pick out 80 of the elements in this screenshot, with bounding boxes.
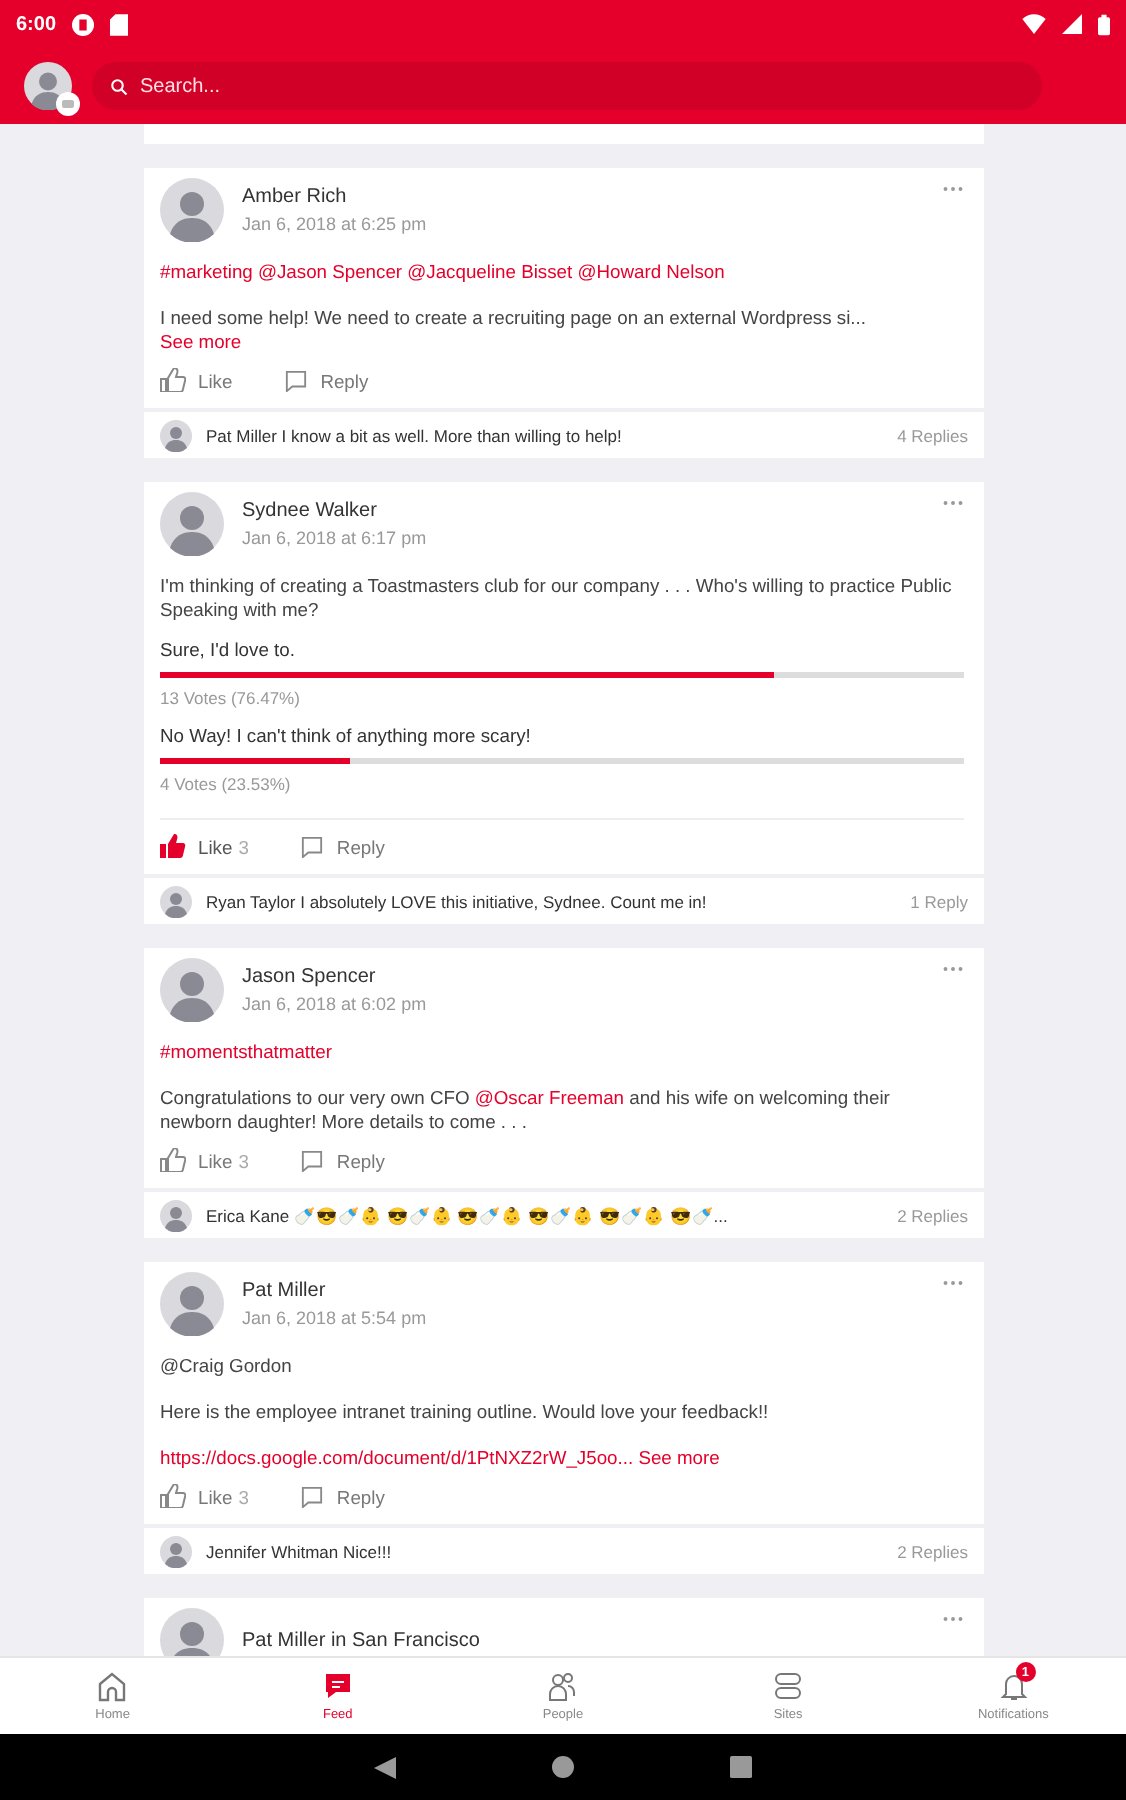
comment-preview[interactable]: Pat Miller I know a bit as well. More than willing to help! 4 Replies — [144, 412, 984, 458]
people-icon — [546, 1670, 579, 1702]
reply-count[interactable]: 2 Replies — [897, 1205, 968, 1225]
signal-icon — [1062, 14, 1082, 34]
see-more-link[interactable]: See more — [638, 1446, 720, 1468]
post-time: Jan 6, 2018 at 6:25 pm — [242, 214, 427, 234]
post-time: Jan 6, 2018 at 5:54 pm — [242, 1308, 427, 1328]
back-icon[interactable] — [374, 1755, 396, 1779]
post-text: Congratulations to our very own CFO @Oscar Freeman and his wife on welcoming their newborn daughter! More details to come . . . — [160, 1086, 892, 1134]
wifi-icon — [1022, 14, 1046, 34]
comment-preview[interactable]: Erica Kane 🍼😎🍼👶 😎🍼👶 😎🍼👶 😎🍼👶 😎🍼👶 😎🍼... 2 Replies — [144, 1192, 984, 1238]
sd-card-icon — [110, 13, 129, 35]
avatar — [160, 1272, 224, 1336]
author-name[interactable]: Pat Miller — [242, 1280, 427, 1302]
chat-icon — [321, 1670, 354, 1702]
avatar — [160, 885, 192, 917]
reply-button[interactable]: Reply — [300, 834, 385, 858]
comment-icon — [300, 1149, 325, 1171]
comment-text: Erica Kane 🍼😎🍼👶 😎🍼👶 😎🍼👶 😎🍼👶 😎🍼👶 😎🍼... — [206, 1205, 728, 1225]
post-time: Jan 6, 2018 at 6:02 pm — [242, 994, 427, 1014]
reply-button[interactable]: Reply — [300, 1484, 385, 1508]
author-name[interactable]: Pat Miller in San Francisco — [242, 1629, 480, 1651]
like-button[interactable]: Like 3 — [160, 834, 249, 858]
vote-count: 13 Votes (76.47%) — [160, 688, 302, 708]
reply-count[interactable]: 1 Reply — [910, 891, 968, 911]
stack-icon — [772, 1670, 805, 1702]
avatar — [160, 1199, 192, 1231]
reply-count[interactable]: 4 Replies — [897, 425, 968, 445]
home-icon — [96, 1670, 129, 1702]
see-more-link[interactable]: See more — [160, 330, 242, 354]
badge-icon — [56, 92, 80, 116]
more-icon[interactable] — [942, 1280, 964, 1286]
avatar — [160, 419, 192, 451]
post-text: I need some help! We need to create a recruiting page on an external Wordpress si... — [160, 306, 868, 330]
avatar — [160, 958, 224, 1022]
post-text: Here is the employee intranet training outline. Would love your feedback!! — [160, 1400, 771, 1424]
like-icon — [160, 834, 186, 858]
comment-text: Ryan Taylor I absolutely LOVE this initiative, Sydnee. Count me in! — [206, 891, 707, 911]
battery-icon — [1098, 13, 1110, 35]
status-time: 6:00 — [16, 13, 57, 35]
poll-option[interactable]: No Way! I can't think of anything more scary! — [160, 724, 964, 746]
author-name[interactable]: Jason Spencer — [242, 966, 427, 988]
document-link[interactable]: https://docs.google.com/document/d/1PtNXZ2rW_J5oo... — [160, 1446, 634, 1468]
mention-link[interactable]: @Oscar Freeman — [474, 1086, 625, 1108]
reply-button[interactable]: Reply — [284, 368, 369, 392]
author-name[interactable]: Amber Rich — [242, 186, 427, 208]
comment-icon — [300, 1485, 325, 1507]
post-time: Jan 6, 2018 at 6:17 pm — [242, 528, 427, 548]
comment-preview[interactable]: Jennifer Whitman Nice!!! 2 Replies — [144, 1528, 984, 1574]
more-icon[interactable] — [942, 966, 964, 972]
more-icon[interactable] — [942, 186, 964, 192]
like-button[interactable]: Like — [160, 368, 233, 392]
comment-icon — [284, 369, 309, 391]
like-button[interactable]: Like 3 — [160, 1484, 249, 1508]
reply-count[interactable]: 2 Replies — [897, 1541, 968, 1561]
bell-icon — [997, 1670, 1030, 1702]
app-icon — [72, 13, 95, 35]
like-icon — [160, 1148, 186, 1172]
comment-text: Jennifer Whitman Nice!!! — [206, 1541, 392, 1561]
poll-option[interactable]: Sure, I'd love to. — [160, 638, 964, 660]
vote-count: 4 Votes (23.53%) — [160, 774, 293, 794]
comment-preview[interactable]: Ryan Taylor I absolutely LOVE this initiative, Sydnee. Count me in! 1 Reply — [144, 878, 984, 924]
search-field[interactable]: Search... — [92, 62, 1042, 110]
post-tags[interactable]: #momentsthatmatter — [160, 1040, 964, 1064]
avatar — [160, 1535, 192, 1567]
post-tags[interactable]: #marketing @Jason Spencer @Jacqueline Bisset @Howard Nelson — [160, 260, 964, 284]
comment-icon — [300, 835, 325, 857]
comment-text: Pat Miller I know a bit as well. More than willing to help! — [206, 425, 622, 445]
avatar — [160, 492, 224, 556]
more-icon[interactable] — [942, 1616, 964, 1622]
mention[interactable]: @Craig Gordon — [160, 1354, 964, 1378]
like-icon — [160, 368, 186, 392]
like-button[interactable]: Like 3 — [160, 1148, 249, 1172]
reply-button[interactable]: Reply — [300, 1148, 385, 1172]
like-icon — [160, 1484, 186, 1508]
author-name[interactable]: Sydnee Walker — [242, 500, 427, 522]
avatar — [160, 178, 224, 242]
home-button-icon[interactable] — [552, 1756, 574, 1778]
post-text: I'm thinking of creating a Toastmasters club for our company . . . Who's willing to practice Public Speaking with me? — [160, 574, 954, 622]
more-icon[interactable] — [942, 500, 964, 506]
